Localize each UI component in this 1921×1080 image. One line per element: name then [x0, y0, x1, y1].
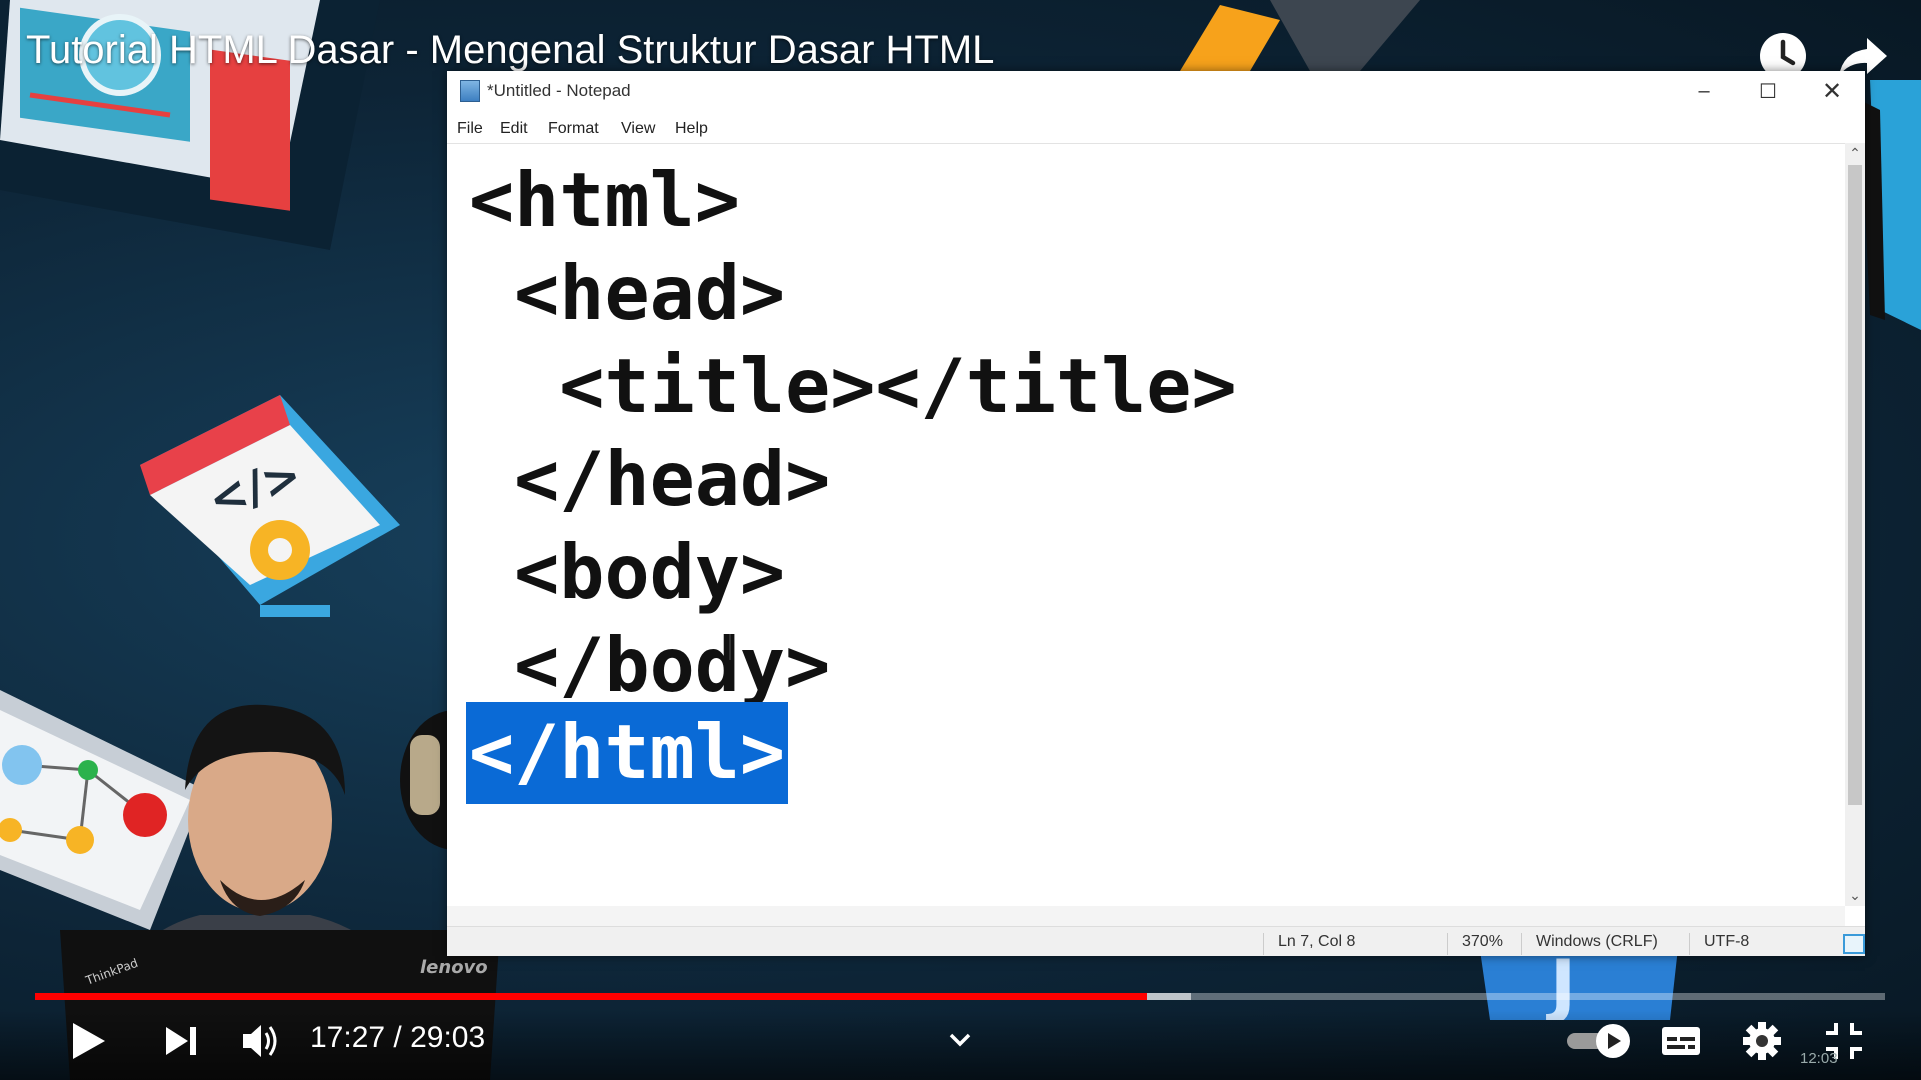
laptop-brand-label: lenovo: [420, 957, 488, 978]
code-line-3: <title></title>: [469, 342, 1237, 430]
total-time: 29:03: [410, 1021, 486, 1054]
menu-view[interactable]: View: [621, 120, 655, 138]
subtitles-icon[interactable]: [1660, 1015, 1702, 1067]
vertical-scrollbar[interactable]: ⌃ ⌄: [1845, 143, 1865, 906]
settings-icon[interactable]: [1740, 1015, 1784, 1067]
menu-file[interactable]: File: [457, 120, 483, 138]
notepad-app-icon: [460, 80, 480, 102]
menu-format[interactable]: Format: [548, 120, 599, 138]
progress-bar[interactable]: [35, 993, 1885, 1000]
notepad-menubar: File Edit Format View Help: [447, 111, 1865, 143]
notepad-window-title: *Untitled - Notepad: [487, 81, 631, 100]
status-position: Ln 7, Col 8: [1263, 933, 1448, 955]
scroll-up-icon[interactable]: ⌃: [1845, 145, 1865, 162]
menu-edit[interactable]: Edit: [500, 120, 528, 138]
autoplay-toggle-icon[interactable]: [1565, 1015, 1633, 1067]
volume-icon[interactable]: [240, 1015, 280, 1067]
status-encoding: UTF-8: [1689, 933, 1784, 955]
code-line-6: </body>: [469, 621, 831, 709]
progress-played: [35, 993, 1147, 1000]
horizontal-scrollbar[interactable]: [447, 906, 1845, 926]
resize-grip-icon[interactable]: [1843, 934, 1865, 954]
video-title[interactable]: Tutorial HTML Dasar - Mengenal Struktur …: [26, 28, 994, 73]
close-icon[interactable]: ✕: [1801, 71, 1863, 111]
code-line-4: </head>: [469, 435, 831, 523]
maximize-icon[interactable]: ☐: [1737, 71, 1799, 111]
text-cursor-icon: [729, 634, 731, 660]
taskbar-clock: 12:03: [1800, 1050, 1838, 1067]
notepad-window[interactable]: *Untitled - Notepad – ☐ ✕ File Edit Form…: [447, 71, 1865, 956]
code-line-1: <html>: [469, 156, 740, 244]
menu-help[interactable]: Help: [675, 120, 708, 138]
scrollbar-thumb[interactable]: [1848, 165, 1862, 805]
css-illustration-icon: [1860, 80, 1921, 330]
code-line-7-wrapper: </html>: [466, 702, 789, 804]
current-time: 17:27: [310, 1021, 386, 1054]
svg-text:J: J: [1546, 945, 1576, 1020]
status-line-ending: Windows (CRLF): [1521, 933, 1686, 955]
text-editor-area[interactable]: <html> <head> <title></title> </head> <b…: [447, 143, 1845, 907]
play-icon[interactable]: [68, 1015, 108, 1067]
notepad-titlebar[interactable]: *Untitled - Notepad – ☐ ✕: [447, 71, 1865, 111]
browser-code-illustration-icon: </>: [140, 395, 400, 617]
time-display: 17:27 / 29:03: [310, 1021, 485, 1055]
status-bar: Ln 7, Col 8 370% Windows (CRLF) UTF-8: [447, 926, 1865, 956]
chevron-down-icon[interactable]: [948, 1015, 972, 1067]
code-line-5: <body>: [469, 528, 786, 616]
status-zoom: 370%: [1447, 933, 1522, 955]
folder-illustration-icon: [1180, 0, 1420, 71]
next-icon[interactable]: [162, 1015, 202, 1067]
code-line-2: <head>: [469, 249, 786, 337]
minimize-icon[interactable]: –: [1673, 71, 1735, 111]
time-separator: /: [385, 1021, 411, 1054]
selected-text[interactable]: </html>: [466, 702, 789, 804]
scroll-down-icon[interactable]: ⌄: [1845, 887, 1865, 904]
